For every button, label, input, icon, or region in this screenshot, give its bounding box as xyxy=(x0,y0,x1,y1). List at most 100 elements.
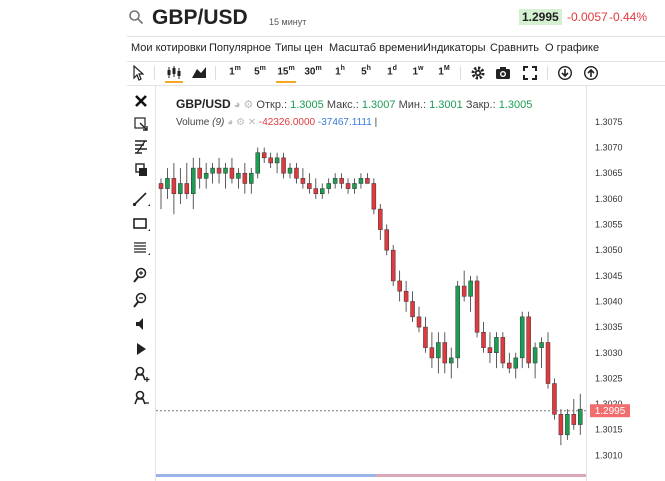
timeframe-5m[interactable]: 5m xyxy=(253,65,267,81)
rectangle-icon[interactable] xyxy=(131,215,151,233)
candle-body xyxy=(461,285,467,297)
zoom-in-icon[interactable] xyxy=(131,266,151,284)
candle-body xyxy=(216,167,222,174)
chart-menu: Мои котировки Популярное Типы цен Масшта… xyxy=(127,36,665,62)
settings-icon[interactable]: ⚙ xyxy=(243,99,253,111)
high-label: Макс.: xyxy=(326,99,359,111)
timeframe-1h[interactable]: 1h xyxy=(333,65,347,81)
eye-icon[interactable]: ◕ xyxy=(234,99,241,111)
candle-body xyxy=(178,183,183,194)
cursor-marker: | xyxy=(374,117,378,128)
candle-body xyxy=(474,280,480,333)
candle-body xyxy=(436,342,441,359)
price-tick-label: 1.3050 xyxy=(595,245,623,255)
price-chart[interactable] xyxy=(156,86,586,481)
timeframe-1m[interactable]: 1m xyxy=(228,65,242,81)
candle-body xyxy=(358,178,364,184)
candle-body xyxy=(410,301,415,318)
price-axis[interactable]: 1.3075 1.3070 1.3065 1.3060 1.3055 1.3050 1.30… xyxy=(586,86,665,481)
text-lines-icon[interactable] xyxy=(131,239,151,257)
candle-body xyxy=(519,316,525,359)
fullscreen-icon[interactable] xyxy=(522,65,538,81)
chart-toolbar: 1m 5m 15m 30m 1h 5h 1d 1w 1M xyxy=(127,61,665,86)
timeframe-5h[interactable]: 5h xyxy=(359,65,373,81)
quote-header: GBP/USD 15 минут 1.2995 -0.0057 -0.44% xyxy=(0,0,665,36)
search-icon[interactable] xyxy=(128,9,144,25)
candle-body xyxy=(507,362,512,369)
candle-body xyxy=(242,172,248,184)
price-tick-label: 1.3065 xyxy=(595,168,623,178)
candle-body xyxy=(203,172,209,179)
price-tick-label: 1.3010 xyxy=(595,450,623,460)
menu-time-scale[interactable]: Масштаб времени xyxy=(329,42,423,54)
high-value: 1.3007 xyxy=(361,99,396,111)
download-icon[interactable] xyxy=(557,65,573,81)
menu-popular[interactable]: Популярное xyxy=(209,42,271,54)
candle-body xyxy=(526,316,531,364)
candle-body xyxy=(249,172,254,184)
zoom-out-icon[interactable] xyxy=(131,291,151,309)
candle-body xyxy=(468,280,473,297)
low-value: 1.3001 xyxy=(429,99,463,111)
timeframe-1M[interactable]: 1M xyxy=(436,65,452,81)
candle-body xyxy=(261,152,267,159)
menu-compare[interactable]: Сравнить xyxy=(490,42,539,54)
copy-icon[interactable] xyxy=(131,161,151,179)
magnet-icon[interactable] xyxy=(131,389,151,407)
menu-price-types[interactable]: Типы цен xyxy=(275,42,323,54)
price-tick-label: 1.3040 xyxy=(595,296,623,306)
area-icon[interactable] xyxy=(191,65,207,81)
magnet-plus-icon[interactable] xyxy=(131,365,151,383)
candle-body xyxy=(197,167,202,179)
candle-body xyxy=(532,347,538,364)
timeframe-1w[interactable]: 1w xyxy=(410,65,426,81)
eye-icon[interactable]: ◕ xyxy=(227,117,233,128)
crosshair-icon[interactable] xyxy=(131,115,151,133)
price-tick-label: 1.3045 xyxy=(595,271,623,281)
open-value: 1.3005 xyxy=(290,99,324,111)
upload-icon[interactable] xyxy=(583,65,599,81)
candle-body xyxy=(229,167,235,179)
settings-icon[interactable]: ⚙ xyxy=(236,117,245,128)
candle-body xyxy=(552,383,557,415)
candle-body xyxy=(268,157,273,164)
candle-body xyxy=(494,337,499,354)
menu-indicators[interactable]: Индикаторы xyxy=(423,42,486,54)
camera-icon[interactable] xyxy=(495,65,511,81)
candle-body xyxy=(184,183,190,194)
open-label: Откр.: xyxy=(256,99,288,111)
trendline-icon[interactable] xyxy=(131,190,151,208)
timeframe-1d[interactable]: 1d xyxy=(385,65,399,81)
speaker-icon[interactable] xyxy=(131,315,151,333)
fibonacci-icon[interactable] xyxy=(131,138,151,156)
low-label: Мин.: xyxy=(398,99,427,111)
candle-body xyxy=(455,285,460,359)
symbol-title: GBP/USD xyxy=(152,6,248,29)
candle-body xyxy=(255,152,260,174)
candle-body xyxy=(307,183,312,189)
price-tick-label: 1.3070 xyxy=(595,143,623,153)
toolbar-divider xyxy=(547,66,548,80)
remove-icon[interactable]: ✕ xyxy=(248,117,256,128)
menu-my-quotes[interactable]: Мои котировки xyxy=(131,42,207,54)
candle-body xyxy=(339,178,344,184)
candle-body xyxy=(565,414,570,436)
price-tick-label: 1.3075 xyxy=(595,117,623,127)
timeframe-15m[interactable]: 15m xyxy=(276,65,296,83)
volume-value: -42326.0000 xyxy=(258,117,316,128)
price-tick-label: 1.3060 xyxy=(595,194,623,204)
timeframe-30m[interactable]: 30m xyxy=(303,65,323,81)
close-icon[interactable] xyxy=(131,92,151,110)
sound-right-icon[interactable] xyxy=(131,340,151,358)
gear-icon[interactable] xyxy=(470,65,486,81)
price-tick-label: 1.3035 xyxy=(595,322,623,332)
candles-icon[interactable] xyxy=(165,65,183,83)
menu-about-chart[interactable]: О графике xyxy=(545,42,599,54)
cursor-icon[interactable] xyxy=(132,65,144,81)
candle-body xyxy=(281,157,286,174)
candle-body xyxy=(558,414,564,436)
interval-label: 15 минут xyxy=(269,17,307,27)
volume-legend: Volume (9) ◕ ⚙ ✕ -42326.0000 -37467.1111… xyxy=(176,117,377,128)
candle-body xyxy=(345,183,351,189)
volume-period: (9) xyxy=(212,117,225,128)
